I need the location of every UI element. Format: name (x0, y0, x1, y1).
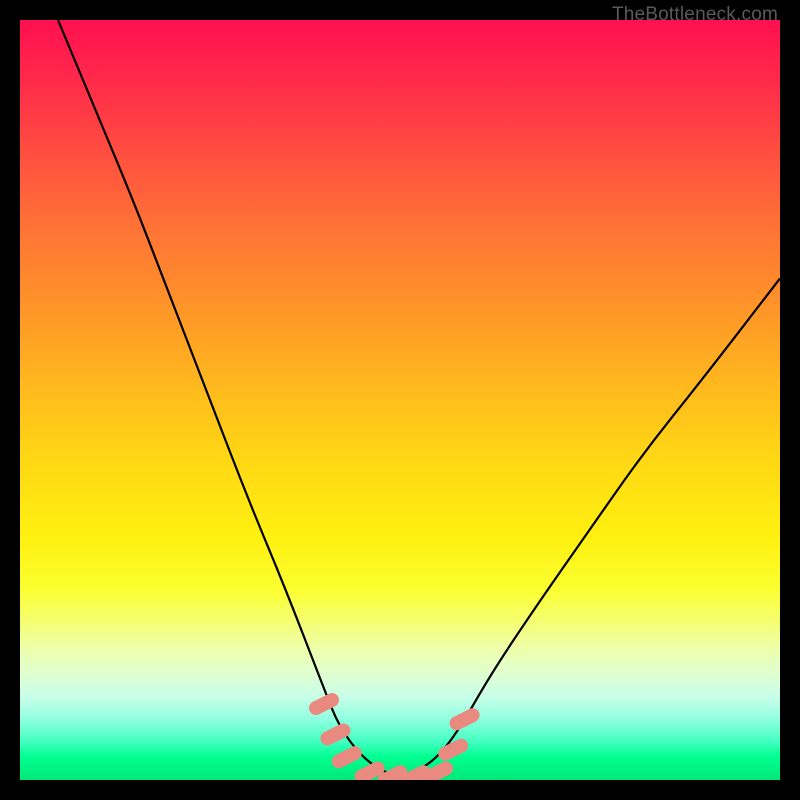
plot-background-gradient (20, 20, 780, 780)
chart-container: TheBottleneck.com (0, 0, 800, 800)
watermark-text: TheBottleneck.com (612, 4, 778, 26)
